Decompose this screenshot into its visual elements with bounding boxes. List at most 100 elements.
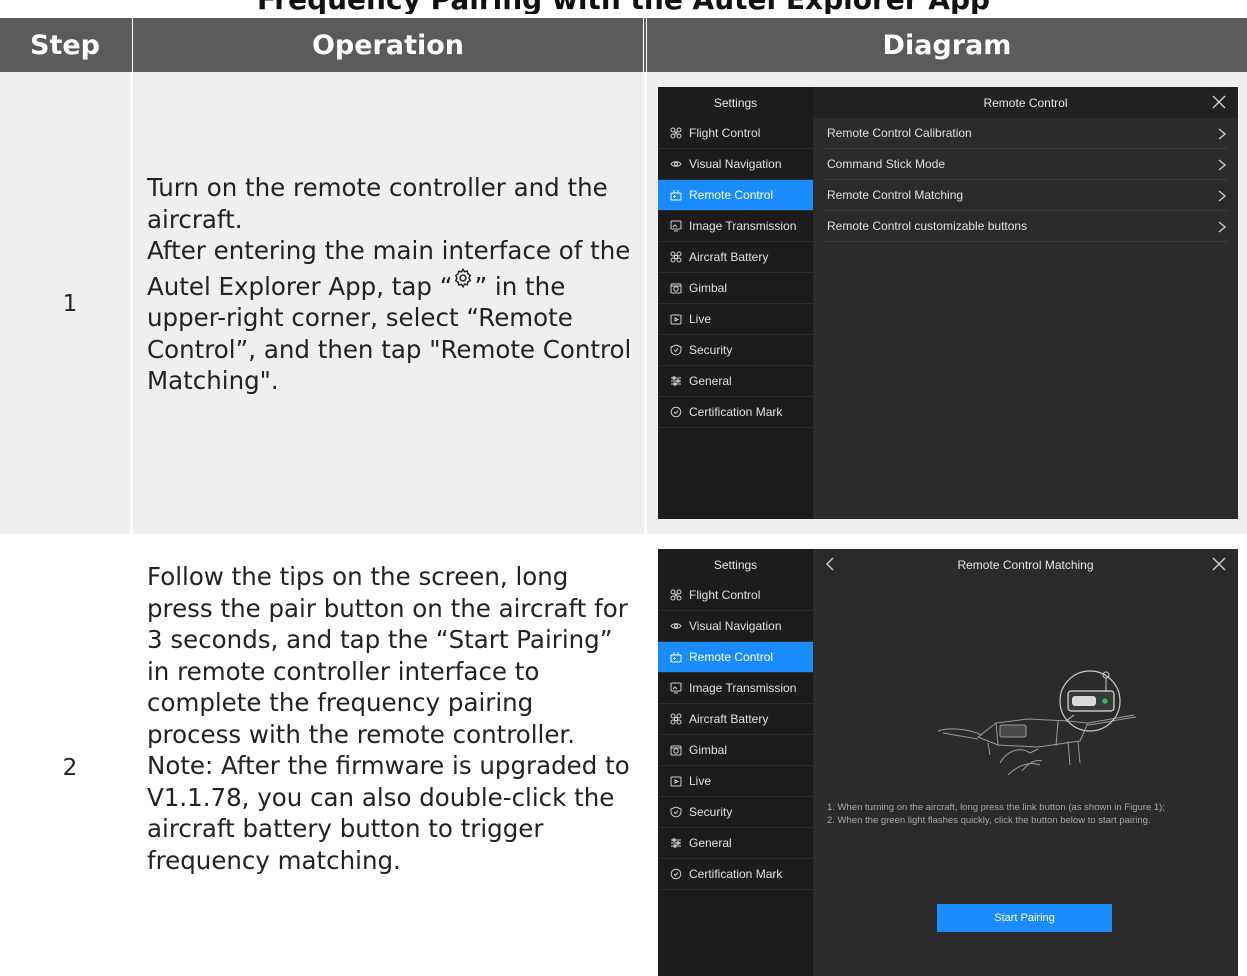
sidebar-item-aircraft-battery[interactable]: Aircraft Battery <box>658 704 813 735</box>
sidebar-title: Settings <box>713 95 758 110</box>
sidebar-item-live[interactable]: Live <box>658 766 813 797</box>
eye-icon <box>670 161 682 167</box>
operation-text: Turn on the remote controller and the ai… <box>147 172 635 397</box>
controller-icon <box>670 652 682 663</box>
chevron-right-icon <box>1218 190 1226 202</box>
app-screenshot-remote-control: Settings Flight Control Visual Navigation… <box>658 87 1238 519</box>
sidebar-item-image-transmission[interactable]: Image Transmission <box>658 673 813 704</box>
sidebar-item-general[interactable]: General <box>658 366 813 397</box>
sidebar-item-flight-control[interactable]: Flight Control <box>658 118 813 149</box>
menu-row-label: Remote Control customizable buttons <box>827 219 1028 233</box>
sidebar-item-certification-mark[interactable]: Certification Mark <box>658 859 813 890</box>
operation-line: After entering the main interface of the… <box>147 235 635 397</box>
sidebar-item-label: General <box>689 374 732 388</box>
sidebar-item-security[interactable]: Security <box>658 797 813 828</box>
panel-title: Remote Control Matching <box>957 557 1094 572</box>
aircraft-pairing-illustration <box>938 670 1137 776</box>
eye-icon <box>670 623 682 629</box>
sidebar-item-label: Certification Mark <box>689 867 783 881</box>
sidebar-item-visual-navigation[interactable]: Visual Navigation <box>658 611 813 642</box>
image-icon <box>670 220 682 232</box>
app-screenshot-matching: Settings Flight Control Visual Navigation… <box>658 549 1238 976</box>
sidebar-item-security[interactable]: Security <box>658 335 813 366</box>
tip-line: 1. When turning on the aircraft, long pr… <box>827 802 1165 813</box>
panel-header: Remote Control <box>813 87 1238 118</box>
sidebar-item-remote-control[interactable]: Remote Control <box>658 642 813 673</box>
badge-icon <box>670 406 682 418</box>
close-icon[interactable] <box>1212 95 1226 109</box>
column-divider <box>644 72 647 534</box>
status-led-icon <box>1102 698 1108 704</box>
close-icon[interactable] <box>1212 557 1226 571</box>
badge-icon <box>670 868 682 880</box>
operation-text: Follow the tips on the screen, long pres… <box>147 561 635 876</box>
shield-icon <box>670 344 682 356</box>
live-icon <box>670 776 682 787</box>
sidebar-item-label: Image Transmission <box>689 681 797 695</box>
shield-icon <box>670 806 682 818</box>
settings-sidebar: Settings Flight Control Visual Navigation… <box>658 549 813 976</box>
panel-header: Remote Control Matching <box>813 549 1238 580</box>
gear-icon <box>455 267 472 288</box>
sidebar-item-label: Remote Control <box>689 650 774 664</box>
menu-row-calibration[interactable]: Remote Control Calibration <box>823 118 1228 149</box>
step-number: 1 <box>62 291 78 317</box>
operation-line: Turn on the remote controller and the ai… <box>147 173 608 234</box>
sidebar-item-label: Certification Mark <box>689 405 783 419</box>
column-divider <box>644 18 646 72</box>
image-icon <box>670 682 682 694</box>
drone-battery-icon <box>670 251 682 263</box>
settings-sidebar: Settings Flight Control Visual Navigation… <box>658 87 813 519</box>
sidebar-item-label: Gimbal <box>689 281 728 295</box>
menu-row-custom-buttons[interactable]: Remote Control customizable buttons <box>823 211 1228 242</box>
sidebar-item-flight-control[interactable]: Flight Control <box>658 580 813 611</box>
matching-panel: Remote Control Matching 1. When turning … <box>813 549 1238 976</box>
sliders-icon <box>671 838 681 848</box>
pairing-tips: 1. When turning on the aircraft, long pr… <box>827 802 1165 827</box>
controller-icon <box>670 190 682 201</box>
header-diagram: Diagram <box>647 18 1247 72</box>
sidebar-item-aircraft-battery[interactable]: Aircraft Battery <box>658 242 813 273</box>
sidebar-item-live[interactable]: Live <box>658 304 813 335</box>
menu-row-stick-mode[interactable]: Command Stick Mode <box>823 149 1228 180</box>
sidebar-item-label: Visual Navigation <box>689 157 782 171</box>
sidebar-item-label: Flight Control <box>689 126 761 140</box>
sidebar-item-certification-mark[interactable]: Certification Mark <box>658 397 813 428</box>
sidebar-list: Flight Control Visual Navigation Remote Co… <box>658 580 813 890</box>
header-operation: Operation <box>133 18 643 72</box>
sidebar-item-image-transmission[interactable]: Image Transmission <box>658 211 813 242</box>
sidebar-item-label: Live <box>689 312 712 326</box>
sidebar-item-general[interactable]: General <box>658 828 813 859</box>
sidebar-list: Flight Control Visual Navigation Remote Co… <box>658 118 813 428</box>
menu-row-label: Remote Control Matching <box>827 188 964 202</box>
sliders-icon <box>671 376 681 386</box>
sidebar-item-gimbal[interactable]: Gimbal <box>658 735 813 766</box>
chevron-right-icon <box>1218 128 1226 140</box>
sidebar-item-label: General <box>689 836 732 850</box>
sidebar-item-label: Flight Control <box>689 588 761 602</box>
sidebar-item-remote-control[interactable]: Remote Control <box>658 180 813 211</box>
panel-title: Remote Control <box>983 95 1068 110</box>
sidebar-item-label: Security <box>689 805 733 819</box>
start-pairing-button[interactable]: Start Pairing <box>937 904 1112 932</box>
live-icon <box>670 314 682 325</box>
chevron-right-icon <box>1218 221 1226 233</box>
sidebar-item-label: Gimbal <box>689 743 728 757</box>
menu-row-matching[interactable]: Remote Control Matching <box>823 180 1228 211</box>
camera-icon <box>670 283 682 294</box>
menu-row-label: Command Stick Mode <box>827 157 946 171</box>
sidebar-item-gimbal[interactable]: Gimbal <box>658 273 813 304</box>
chevron-right-icon <box>1218 159 1226 171</box>
sidebar-item-label: Aircraft Battery <box>689 712 769 726</box>
operation-line: Follow the tips on the screen, long pres… <box>147 562 628 749</box>
camera-icon <box>670 745 682 756</box>
menu-row-label: Remote Control Calibration <box>827 126 972 140</box>
document-title: Frequency Pairing with the Autel Explore… <box>0 0 1247 14</box>
sidebar-item-visual-navigation[interactable]: Visual Navigation <box>658 149 813 180</box>
drone-battery-icon <box>670 713 682 725</box>
sidebar-item-label: Aircraft Battery <box>689 250 769 264</box>
operation-line: Note: After the firmware is upgraded to … <box>147 751 630 875</box>
back-icon[interactable] <box>825 557 835 571</box>
sidebar-item-label: Image Transmission <box>689 219 797 233</box>
tip-line: 2. When the green light flashes quickly,… <box>827 814 1151 826</box>
